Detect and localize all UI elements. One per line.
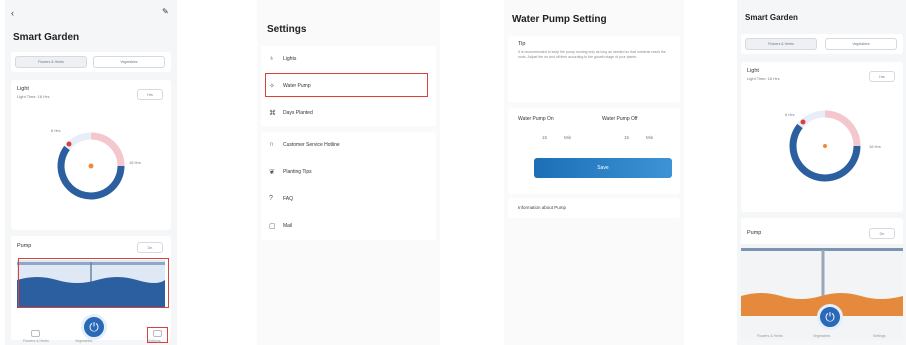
- pump-label: Pump: [17, 243, 32, 249]
- menu-label: Planting Tips: [283, 169, 312, 175]
- menu-item-mail[interactable]: ▢ Mail: [261, 213, 436, 239]
- pump-label: Pump: [747, 230, 762, 236]
- tab-bar: Flowers & Herbs Vegetables: [11, 52, 171, 72]
- screen-home-vegetables: Smart Garden Flowers & Herbs Vegetables …: [737, 0, 906, 345]
- nav-settings-label[interactable]: Settings: [148, 339, 161, 343]
- menu-label: Mail: [283, 223, 293, 229]
- light-dial[interactable]: [11, 108, 171, 228]
- power-icon: ⏻: [825, 310, 835, 324]
- pump-off-unit: Min: [646, 135, 654, 140]
- tip-card: Tip It is recommended to keep the pump r…: [508, 36, 680, 102]
- menu-item-faq[interactable]: ? FAQ: [261, 186, 436, 212]
- page-title: Water Pump Setting: [512, 14, 607, 25]
- pump-off-value[interactable]: 15: [624, 135, 629, 140]
- info-link[interactable]: Information about Pump: [518, 205, 566, 210]
- page-title: Smart Garden: [745, 13, 798, 22]
- bulb-icon: ♁: [269, 55, 275, 62]
- leaf-icon: ❦: [269, 169, 275, 176]
- plant-icon: ⌘: [269, 110, 276, 117]
- headset-icon: ∩: [269, 141, 275, 148]
- screen-settings: Settings ♁ Lights ✧ Water Pump ⌘ Days Pl…: [257, 0, 440, 345]
- menu-item-lights[interactable]: ♁ Lights: [261, 46, 436, 72]
- power-button[interactable]: ⏻: [81, 314, 107, 340]
- highlight-water-pump: [265, 73, 428, 97]
- tab-flowers-herbs[interactable]: Flowers & Herbs: [15, 56, 87, 68]
- nav-flowers-label[interactable]: Flowers & Herbs: [757, 334, 783, 338]
- tab-bar: Flowers & Herbs Vegetables: [741, 34, 903, 54]
- power-button[interactable]: ⏻: [817, 304, 843, 330]
- page-title: Settings: [267, 24, 307, 35]
- dial-knob: [800, 119, 806, 125]
- nav-settings-label[interactable]: Settings: [873, 334, 886, 338]
- menu-label: FAQ: [283, 196, 294, 202]
- menu-item-customer-service[interactable]: ∩ Customer Service Hotline: [261, 132, 436, 158]
- nav-vegetables-label[interactable]: Vegetables: [75, 339, 92, 343]
- light-label: Light: [747, 68, 759, 74]
- mail-icon: ▢: [269, 223, 276, 230]
- nav-flowers-label[interactable]: Flowers & Herbs: [23, 339, 49, 343]
- dial-left-label: 6 Hrs: [785, 112, 795, 117]
- dial-right-label: 16 Hrs: [129, 160, 141, 165]
- tab-vegetables[interactable]: Vegetables: [93, 56, 165, 68]
- highlight-pump-area: [18, 258, 169, 308]
- help-icon: ?: [269, 195, 273, 202]
- nav-flowers-icon[interactable]: [31, 330, 40, 337]
- save-button[interactable]: Save: [534, 158, 672, 178]
- chevron-left-icon[interactable]: ‹: [11, 8, 14, 18]
- light-card: Light Light Time: 16 Hrs Hrs 6 Hrs 16 Hr…: [11, 80, 171, 230]
- pencil-icon[interactable]: ✎: [162, 7, 169, 16]
- menu-item-days-planted[interactable]: ⌘ Days Planted: [261, 100, 436, 126]
- light-time: Light Time: 16 Hrs: [747, 76, 780, 81]
- menu-label: Days Planted: [283, 110, 313, 116]
- tab-vegetables[interactable]: Vegetables: [825, 38, 897, 50]
- dial-center-dot: [88, 163, 94, 169]
- light-dial[interactable]: [741, 90, 903, 210]
- dial-knob: [66, 141, 72, 147]
- light-time: Light Time: 16 Hrs: [17, 94, 50, 99]
- tab-flowers-herbs[interactable]: Flowers & Herbs: [745, 38, 817, 50]
- dial-center-dot: [823, 144, 827, 148]
- dial-right-label: 16 Hrs: [869, 144, 881, 149]
- info-row[interactable]: Information about Pump: [508, 198, 680, 218]
- nav-vegetables-label[interactable]: Vegetables: [813, 334, 830, 338]
- pump-card: Pump On ⏻ Flowers & Herbs Vegetables Set…: [741, 218, 903, 340]
- nav-settings-icon[interactable]: [153, 330, 162, 337]
- light-label: Light: [17, 86, 29, 92]
- power-icon: ⏻: [89, 320, 99, 334]
- light-hours-button[interactable]: Hrs: [869, 71, 895, 82]
- tip-label: Tip: [518, 41, 526, 47]
- light-card: Light Light Time: 16 Hrs Hrs 6 Hrs 16 Hr…: [741, 62, 903, 212]
- pump-on-value[interactable]: 15: [542, 135, 547, 140]
- pump-timer-card: Water Pump On Water Pump Off 15 Min 15 M…: [508, 108, 680, 194]
- page-title: Smart Garden: [13, 32, 80, 43]
- pump-on-button[interactable]: On: [137, 242, 163, 253]
- menu-item-planting-tips[interactable]: ❦ Planting Tips: [261, 159, 436, 185]
- pump-on-button[interactable]: On: [869, 228, 895, 239]
- dial-left-label: 6 Hrs: [51, 128, 61, 133]
- screen-home-flowers: ‹ ✎ Smart Garden Flowers & Herbs Vegetab…: [5, 0, 177, 345]
- settings-group-2: ∩ Customer Service Hotline ❦ Planting Ti…: [261, 132, 436, 240]
- menu-label: Lights: [283, 56, 297, 62]
- pump-on-label: Water Pump On: [518, 116, 554, 122]
- tip-text: It is recommended to keep the pump runni…: [518, 50, 666, 59]
- screen-water-pump-setting: Water Pump Setting Tip It is recommended…: [504, 0, 684, 345]
- light-hours-button[interactable]: Hrs: [137, 89, 163, 100]
- menu-label: Customer Service Hotline: [283, 142, 340, 148]
- pump-off-label: Water Pump Off: [602, 116, 638, 122]
- pump-on-unit: Min: [564, 135, 572, 140]
